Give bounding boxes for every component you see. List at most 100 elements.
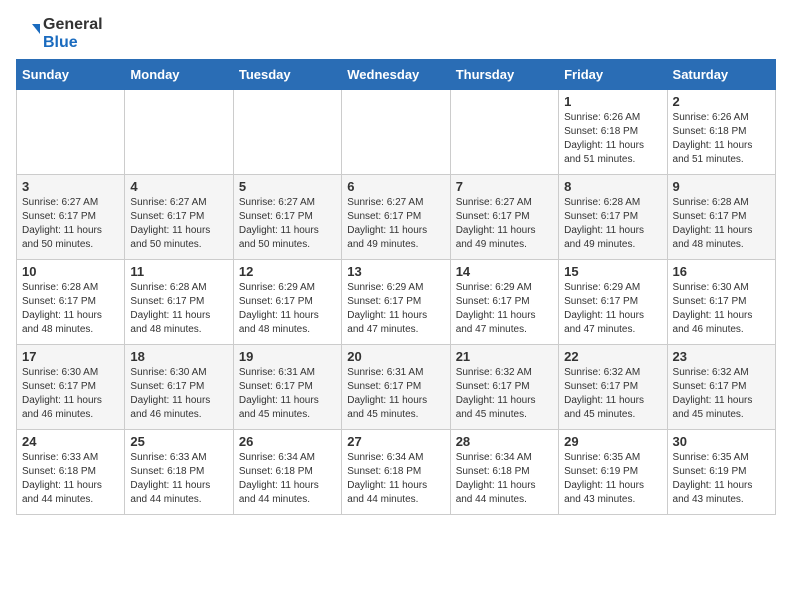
day-number: 16 bbox=[673, 264, 770, 279]
calendar-cell: 14 Sunrise: 6:29 AM Sunset: 6:17 PM Dayli… bbox=[450, 260, 558, 345]
day-info: Sunrise: 6:33 AM Sunset: 6:18 PM Dayligh… bbox=[22, 451, 119, 507]
day-number: 21 bbox=[456, 349, 553, 364]
day-info: Sunrise: 6:31 AM Sunset: 6:17 PM Dayligh… bbox=[239, 366, 336, 422]
calendar-cell: 2 Sunrise: 6:26 AM Sunset: 6:18 PM Daylig… bbox=[667, 90, 775, 175]
day-number: 18 bbox=[130, 349, 227, 364]
calendar-cell: 1 Sunrise: 6:26 AM Sunset: 6:18 PM Daylig… bbox=[559, 90, 667, 175]
day-number: 23 bbox=[673, 349, 770, 364]
day-info: Sunrise: 6:29 AM Sunset: 6:17 PM Dayligh… bbox=[564, 281, 661, 337]
calendar-cell: 13 Sunrise: 6:29 AM Sunset: 6:17 PM Dayli… bbox=[342, 260, 450, 345]
day-number: 4 bbox=[130, 179, 227, 194]
calendar-cell bbox=[125, 90, 233, 175]
calendar-cell: 26Sunrise: 6:34 AM Sunset: 6:18 PM Dayli… bbox=[233, 430, 341, 515]
day-info: Sunrise: 6:29 AM Sunset: 6:17 PM Dayligh… bbox=[456, 281, 553, 337]
calendar-cell: 6 Sunrise: 6:27 AM Sunset: 6:17 PM Daylig… bbox=[342, 175, 450, 260]
page-header: General Blue bbox=[16, 16, 776, 51]
day-info: Sunrise: 6:27 AM Sunset: 6:17 PM Dayligh… bbox=[22, 196, 119, 252]
weekday-header-saturday: Saturday bbox=[667, 60, 775, 90]
calendar-cell: 7 Sunrise: 6:27 AM Sunset: 6:17 PM Daylig… bbox=[450, 175, 558, 260]
calendar-week-row: 24 Sunrise: 6:33 AM Sunset: 6:18 PM Dayli… bbox=[17, 430, 776, 515]
day-info: Sunrise: 6:27 AM Sunset: 6:17 PM Dayligh… bbox=[239, 196, 336, 252]
day-number: 14 bbox=[456, 264, 553, 279]
day-number: 13 bbox=[347, 264, 444, 279]
day-info: Sunrise: 6:34 AM Sunset: 6:18 PM Dayligh… bbox=[239, 451, 336, 507]
day-number: 28 bbox=[456, 434, 553, 449]
day-number: 15 bbox=[564, 264, 661, 279]
day-info: Sunrise: 6:29 AM Sunset: 6:17 PM Dayligh… bbox=[239, 281, 336, 337]
day-info: Sunrise: 6:28 AM Sunset: 6:17 PM Dayligh… bbox=[673, 196, 770, 252]
calendar-table: SundayMondayTuesdayWednesdayThursdayFrid… bbox=[16, 59, 776, 515]
weekday-header-sunday: Sunday bbox=[17, 60, 125, 90]
day-info: Sunrise: 6:28 AM Sunset: 6:17 PM Dayligh… bbox=[22, 281, 119, 337]
day-info: Sunrise: 6:30 AM Sunset: 6:17 PM Dayligh… bbox=[130, 366, 227, 422]
day-number: 17 bbox=[22, 349, 119, 364]
day-number: 7 bbox=[456, 179, 553, 194]
day-info: Sunrise: 6:26 AM Sunset: 6:18 PM Dayligh… bbox=[564, 111, 661, 167]
weekday-header-row: SundayMondayTuesdayWednesdayThursdayFrid… bbox=[17, 60, 776, 90]
day-number: 9 bbox=[673, 179, 770, 194]
day-number: 2 bbox=[673, 94, 770, 109]
day-info: Sunrise: 6:33 AM Sunset: 6:18 PM Dayligh… bbox=[130, 451, 227, 507]
logo-text: General Blue bbox=[16, 16, 103, 51]
calendar-cell: 19 Sunrise: 6:31 AM Sunset: 6:17 PM Dayli… bbox=[233, 345, 341, 430]
day-info: Sunrise: 6:26 AM Sunset: 6:18 PM Dayligh… bbox=[673, 111, 770, 167]
calendar-cell: 23 Sunrise: 6:32 AM Sunset: 6:17 PM Dayli… bbox=[667, 345, 775, 430]
calendar-cell: 22Sunrise: 6:32 AM Sunset: 6:17 PM Dayli… bbox=[559, 345, 667, 430]
calendar-cell: 16 Sunrise: 6:30 AM Sunset: 6:17 PM Dayli… bbox=[667, 260, 775, 345]
calendar-cell: 25 Sunrise: 6:33 AM Sunset: 6:18 PM Dayli… bbox=[125, 430, 233, 515]
day-info: Sunrise: 6:35 AM Sunset: 6:19 PM Dayligh… bbox=[673, 451, 770, 507]
day-info: Sunrise: 6:27 AM Sunset: 6:17 PM Dayligh… bbox=[456, 196, 553, 252]
day-info: Sunrise: 6:34 AM Sunset: 6:18 PM Dayligh… bbox=[347, 451, 444, 507]
day-info: Sunrise: 6:28 AM Sunset: 6:17 PM Dayligh… bbox=[130, 281, 227, 337]
day-info: Sunrise: 6:27 AM Sunset: 6:17 PM Dayligh… bbox=[347, 196, 444, 252]
day-number: 10 bbox=[22, 264, 119, 279]
calendar-cell: 27 Sunrise: 6:34 AM Sunset: 6:18 PM Dayli… bbox=[342, 430, 450, 515]
calendar-cell: 9 Sunrise: 6:28 AM Sunset: 6:17 PM Daylig… bbox=[667, 175, 775, 260]
day-number: 25 bbox=[130, 434, 227, 449]
calendar-cell: 3Sunrise: 6:27 AM Sunset: 6:17 PM Daylig… bbox=[17, 175, 125, 260]
day-info: Sunrise: 6:31 AM Sunset: 6:17 PM Dayligh… bbox=[347, 366, 444, 422]
weekday-header-monday: Monday bbox=[125, 60, 233, 90]
day-number: 6 bbox=[347, 179, 444, 194]
day-number: 22 bbox=[564, 349, 661, 364]
calendar-week-row: 3Sunrise: 6:27 AM Sunset: 6:17 PM Daylig… bbox=[17, 175, 776, 260]
calendar-cell: 28Sunrise: 6:34 AM Sunset: 6:18 PM Dayli… bbox=[450, 430, 558, 515]
calendar-cell: 30 Sunrise: 6:35 AM Sunset: 6:19 PM Dayli… bbox=[667, 430, 775, 515]
day-number: 1 bbox=[564, 94, 661, 109]
calendar-cell: 21 Sunrise: 6:32 AM Sunset: 6:17 PM Dayli… bbox=[450, 345, 558, 430]
day-info: Sunrise: 6:29 AM Sunset: 6:17 PM Dayligh… bbox=[347, 281, 444, 337]
weekday-header-friday: Friday bbox=[559, 60, 667, 90]
logo-icon bbox=[16, 22, 40, 46]
day-info: Sunrise: 6:30 AM Sunset: 6:17 PM Dayligh… bbox=[22, 366, 119, 422]
day-number: 11 bbox=[130, 264, 227, 279]
calendar-cell: 18 Sunrise: 6:30 AM Sunset: 6:17 PM Dayli… bbox=[125, 345, 233, 430]
day-info: Sunrise: 6:27 AM Sunset: 6:17 PM Dayligh… bbox=[130, 196, 227, 252]
calendar-cell bbox=[450, 90, 558, 175]
calendar-cell: 11 Sunrise: 6:28 AM Sunset: 6:17 PM Dayli… bbox=[125, 260, 233, 345]
day-number: 5 bbox=[239, 179, 336, 194]
calendar-week-row: 1 Sunrise: 6:26 AM Sunset: 6:18 PM Daylig… bbox=[17, 90, 776, 175]
calendar-cell: 29Sunrise: 6:35 AM Sunset: 6:19 PM Dayli… bbox=[559, 430, 667, 515]
day-number: 19 bbox=[239, 349, 336, 364]
day-info: Sunrise: 6:28 AM Sunset: 6:17 PM Dayligh… bbox=[564, 196, 661, 252]
calendar-cell bbox=[233, 90, 341, 175]
day-number: 20 bbox=[347, 349, 444, 364]
calendar-cell: 17 Sunrise: 6:30 AM Sunset: 6:17 PM Dayli… bbox=[17, 345, 125, 430]
day-number: 30 bbox=[673, 434, 770, 449]
calendar-cell: 5 Sunrise: 6:27 AM Sunset: 6:17 PM Daylig… bbox=[233, 175, 341, 260]
weekday-header-wednesday: Wednesday bbox=[342, 60, 450, 90]
calendar-cell: 10 Sunrise: 6:28 AM Sunset: 6:17 PM Dayli… bbox=[17, 260, 125, 345]
day-info: Sunrise: 6:32 AM Sunset: 6:17 PM Dayligh… bbox=[673, 366, 770, 422]
calendar-cell: 20 Sunrise: 6:31 AM Sunset: 6:17 PM Dayli… bbox=[342, 345, 450, 430]
calendar-cell: 12Sunrise: 6:29 AM Sunset: 6:17 PM Dayli… bbox=[233, 260, 341, 345]
weekday-header-thursday: Thursday bbox=[450, 60, 558, 90]
day-info: Sunrise: 6:32 AM Sunset: 6:17 PM Dayligh… bbox=[456, 366, 553, 422]
day-number: 24 bbox=[22, 434, 119, 449]
day-number: 27 bbox=[347, 434, 444, 449]
day-info: Sunrise: 6:30 AM Sunset: 6:17 PM Dayligh… bbox=[673, 281, 770, 337]
day-number: 29 bbox=[564, 434, 661, 449]
logo: General Blue bbox=[16, 16, 103, 51]
calendar-week-row: 17 Sunrise: 6:30 AM Sunset: 6:17 PM Dayli… bbox=[17, 345, 776, 430]
calendar-cell bbox=[17, 90, 125, 175]
calendar-cell bbox=[342, 90, 450, 175]
